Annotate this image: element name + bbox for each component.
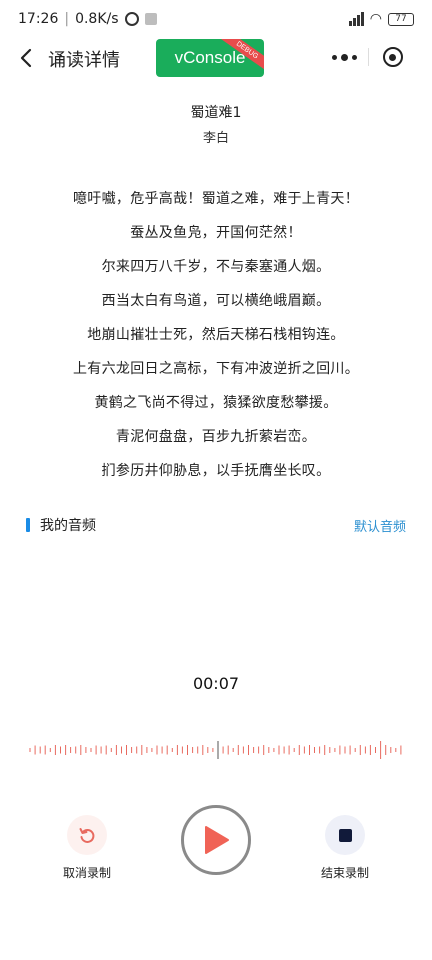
stop-recording-button[interactable] xyxy=(325,815,365,855)
poem-line: 上有六龙回日之高标，下有冲波逆折之回川。 xyxy=(73,361,359,377)
poem-title: 蜀道难1 xyxy=(190,105,242,121)
stop-icon xyxy=(338,828,352,842)
vconsole-label: vConsole xyxy=(174,48,246,67)
recording-timer: 00:07 xyxy=(192,674,240,693)
cancel-recording-button[interactable] xyxy=(67,815,107,855)
poem-line: 蚕丛及鱼凫，开国何茫然！ xyxy=(130,225,302,241)
play-icon xyxy=(205,826,229,854)
app-notification-icon xyxy=(144,13,157,25)
poem-line: 扪参历井仰胁息，以手抚膺坐长叹。 xyxy=(101,463,331,479)
back-arrow-icon[interactable] xyxy=(16,46,36,70)
network-speed: 0.8K/s xyxy=(75,11,119,27)
poem-line: 尔来四万八千岁，不与秦塞通人烟。 xyxy=(101,259,331,275)
status-time: 17:26 xyxy=(18,11,59,27)
cancel-recording-label: 取消录制 xyxy=(62,866,111,880)
battery-icon: 77 xyxy=(388,12,414,26)
alarm-icon xyxy=(124,12,139,26)
signal-icon xyxy=(348,12,364,26)
mini-program-capsule xyxy=(320,41,416,73)
poem-author: 李白 xyxy=(202,131,229,146)
stop-recording-control[interactable]: 结束录制 xyxy=(320,815,370,881)
poem-line: 地崩山摧壮士死，然后天梯石栈相钩连。 xyxy=(87,327,345,343)
section-accent-bar xyxy=(26,518,30,532)
my-audio-section: 我的音频 默认音频 xyxy=(26,515,406,535)
section-title: 我的音频 xyxy=(40,518,96,534)
poem-text: 噫吁嚱，危乎高哉！蜀道之难，难于上青天！ 蚕丛及鱼凫，开国何茫然！ 尔来四万八千… xyxy=(0,189,432,495)
default-audio-link[interactable]: 默认音频 xyxy=(354,516,406,535)
page-title: 诵读详情 xyxy=(48,50,120,71)
play-button[interactable] xyxy=(181,805,251,875)
poem-line: 黄鹤之飞尚不得过，猿猱欲度愁攀援。 xyxy=(94,395,338,411)
close-mini-program-icon[interactable] xyxy=(369,47,416,67)
undo-icon xyxy=(79,828,95,843)
wifi-icon: ◠ xyxy=(369,11,382,27)
status-bar: 17:26 | 0.8K/s ◠ 77 xyxy=(0,0,432,38)
more-options-icon[interactable] xyxy=(320,53,368,61)
vconsole-button[interactable]: vConsole DEBUG xyxy=(156,39,264,77)
nav-bar: 诵读详情 vConsole DEBUG xyxy=(0,38,432,78)
poem-line: 青泥何盘盘，百步九折萦岩峦。 xyxy=(115,429,317,445)
poem-line: 噫吁嚱，危乎高哉！蜀道之难，难于上青天！ xyxy=(73,191,359,207)
audio-waveform xyxy=(29,741,402,759)
poem-line: 西当太白有鸟道，可以横绝峨眉巅。 xyxy=(101,293,331,309)
stop-recording-label: 结束录制 xyxy=(320,866,369,880)
cancel-recording-control[interactable]: 取消录制 xyxy=(62,815,112,881)
